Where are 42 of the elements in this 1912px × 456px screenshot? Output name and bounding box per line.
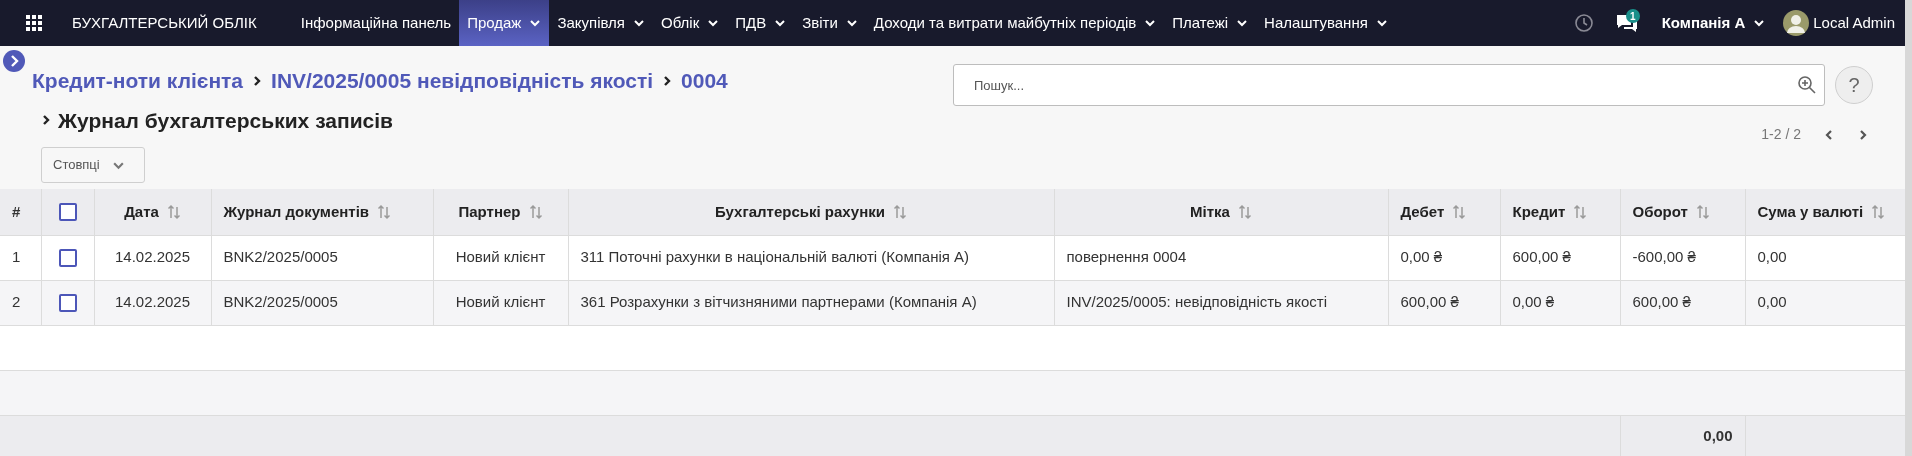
company-switcher[interactable]: Компанія А [1661,11,1766,35]
user-name[interactable]: Local Admin [1813,11,1895,35]
menu-item[interactable]: Налаштування [1256,0,1396,46]
caret-icon [1375,17,1388,29]
menu-item[interactable]: Платежі [1164,0,1257,46]
checkbox[interactable] [58,293,77,312]
menu-item[interactable]: Інформаційна панель [292,0,460,46]
caret-icon [633,17,645,29]
caret-icon [845,17,858,29]
clock-icon[interactable] [1573,13,1594,33]
app-title: БУХГАЛТЕРСЬКИЙ ОБЛІК [72,12,257,33]
expand-panel-icon[interactable] [3,50,25,72]
menu-item[interactable]: Звіти [794,0,866,46]
page-title: Журнал бухгалтерських записів [58,107,393,134]
menu-item[interactable]: Закупівля [549,0,653,46]
search-field[interactable]: Пошук... [953,64,1825,106]
avatar-icon[interactable] [1783,10,1810,36]
checkbox[interactable] [58,248,77,267]
pager-value: 1-2 / 2 [1761,125,1801,144]
menu-item[interactable]: Доходи та витрати майбутніх періодів [865,0,1165,46]
menu-item[interactable]: ПДВ [727,0,795,46]
caret-icon [1236,17,1249,29]
menu-item[interactable]: Продаж [459,0,550,46]
chevron-right-icon [40,114,52,127]
breadcrumb-link[interactable]: Кредит-ноти клієнта [32,65,244,97]
search-icon[interactable] [1797,75,1817,95]
total-value: 0,00 [1620,415,1745,456]
caret-icon [1753,17,1766,29]
columns-dropdown[interactable]: Стовпці [41,147,145,183]
breadcrumb-link[interactable]: INV/2025/0005 невідповідність якості [271,65,654,97]
caret-icon [529,17,542,29]
caret-icon [774,17,787,29]
next-page-button[interactable] [1857,128,1869,141]
breadcrumb-link[interactable]: 0004 [681,65,728,97]
checkbox[interactable] [58,202,77,221]
notification-badge: 1 [1625,9,1640,23]
menu-item[interactable]: Облік [653,0,728,46]
help-button[interactable]: ? [1835,66,1873,104]
caret-icon [1144,17,1157,29]
caret-icon [707,17,720,29]
previous-page-button[interactable] [1823,128,1835,141]
apps-menu-icon[interactable] [26,15,42,31]
